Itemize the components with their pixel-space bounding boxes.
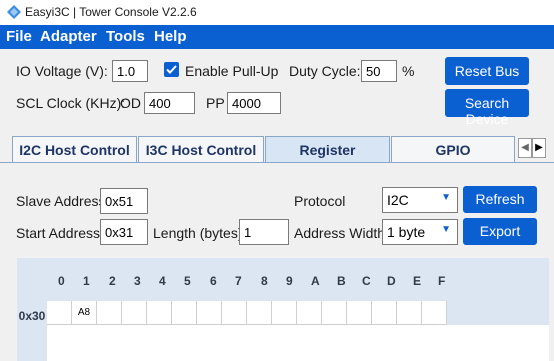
tab-scroll-right-icon[interactable]: ▶: [532, 138, 546, 158]
protocol-label: Protocol: [294, 193, 346, 209]
column-header: 5: [184, 274, 191, 288]
refresh-button[interactable]: Refresh: [463, 186, 537, 213]
scl-clock-label: SCL Clock (KHz):: [16, 95, 126, 111]
od-clock-input[interactable]: 400: [144, 92, 195, 114]
column-header: 0: [58, 274, 65, 288]
address-width-value: 1 byte: [387, 224, 426, 240]
duty-cycle-input[interactable]: 50: [361, 60, 397, 82]
column-header: A: [311, 274, 320, 288]
tab-scroll-left-icon[interactable]: ◀: [518, 138, 532, 158]
register-cell[interactable]: [372, 301, 397, 325]
column-header: 1: [83, 274, 90, 288]
column-header: B: [337, 274, 346, 288]
column-header: 2: [109, 274, 116, 288]
reset-bus-button[interactable]: Reset Bus: [445, 57, 529, 85]
length-input[interactable]: 1: [239, 219, 289, 245]
register-cell[interactable]: [47, 301, 72, 325]
register-cell[interactable]: [147, 301, 172, 325]
od-label: OD: [120, 95, 141, 111]
column-header: 8: [261, 274, 268, 288]
tab-i3c-host-control[interactable]: I3C Host Control: [138, 136, 264, 162]
length-label: Length (bytes): [153, 225, 243, 241]
menu-bar: File Adapter Tools Help: [0, 25, 554, 49]
column-header: 9: [286, 274, 293, 288]
register-cell[interactable]: [422, 301, 447, 325]
register-cell[interactable]: [247, 301, 272, 325]
column-header: D: [387, 274, 396, 288]
duty-cycle-label: Duty Cycle:: [289, 63, 361, 79]
column-header: 3: [134, 274, 141, 288]
export-button[interactable]: Export: [463, 218, 537, 245]
grid-body: [47, 325, 549, 361]
protocol-select[interactable]: I2C ▼: [382, 187, 458, 213]
register-cell[interactable]: [172, 301, 197, 325]
address-width-select[interactable]: 1 byte ▼: [382, 219, 458, 245]
register-cell[interactable]: [97, 301, 122, 325]
start-address-input[interactable]: 0x31: [100, 219, 148, 245]
menu-tools[interactable]: Tools: [106, 28, 145, 45]
column-header: E: [413, 274, 422, 288]
register-cell[interactable]: A8: [72, 301, 97, 325]
chevron-down-icon: ▼: [441, 224, 451, 235]
pp-clock-input[interactable]: 4000: [227, 92, 281, 114]
slave-address-input[interactable]: 0x51: [100, 188, 148, 214]
menu-adapter[interactable]: Adapter: [40, 28, 97, 45]
io-voltage-input[interactable]: 1.0: [112, 60, 148, 82]
app-logo-icon: [7, 5, 21, 19]
grid-header: [47, 258, 549, 300]
register-cell[interactable]: [347, 301, 372, 325]
chevron-down-icon: ▼: [441, 192, 451, 203]
address-width-label: Address Width: [294, 225, 386, 241]
start-address-label: Start Address: [16, 225, 101, 241]
checkmark-icon: [166, 65, 177, 74]
menu-file[interactable]: File: [6, 28, 32, 45]
column-header: F: [438, 274, 446, 288]
column-header: 4: [159, 274, 166, 288]
enable-pullup-label: Enable Pull-Up: [185, 63, 279, 79]
register-cell[interactable]: [272, 301, 297, 325]
tab-gpio[interactable]: GPIO: [391, 136, 515, 162]
tab-register[interactable]: Register: [265, 136, 390, 163]
register-cell[interactable]: [122, 301, 147, 325]
pp-label: PP: [206, 95, 225, 111]
slave-address-label: Slave Address: [16, 193, 106, 209]
column-header: C: [362, 274, 371, 288]
column-header: 7: [235, 274, 242, 288]
protocol-value: I2C: [387, 192, 409, 208]
register-cell[interactable]: [222, 301, 247, 325]
window-title: Easyi3C | Tower Console V2.2.6: [25, 5, 197, 19]
io-voltage-label: IO Voltage (V):: [16, 63, 108, 79]
register-cell[interactable]: [297, 301, 322, 325]
duty-cycle-unit: %: [402, 63, 415, 79]
tab-i2c-host-control[interactable]: I2C Host Control: [12, 136, 137, 162]
search-device-button[interactable]: Search Device: [445, 89, 529, 127]
menu-help[interactable]: Help: [154, 28, 187, 45]
register-cell[interactable]: [197, 301, 222, 325]
enable-pullup-checkbox[interactable]: [164, 62, 179, 77]
register-cell[interactable]: [397, 301, 422, 325]
row-header: 0x30: [18, 309, 46, 323]
column-header: 6: [210, 274, 217, 288]
register-cell[interactable]: [322, 301, 347, 325]
